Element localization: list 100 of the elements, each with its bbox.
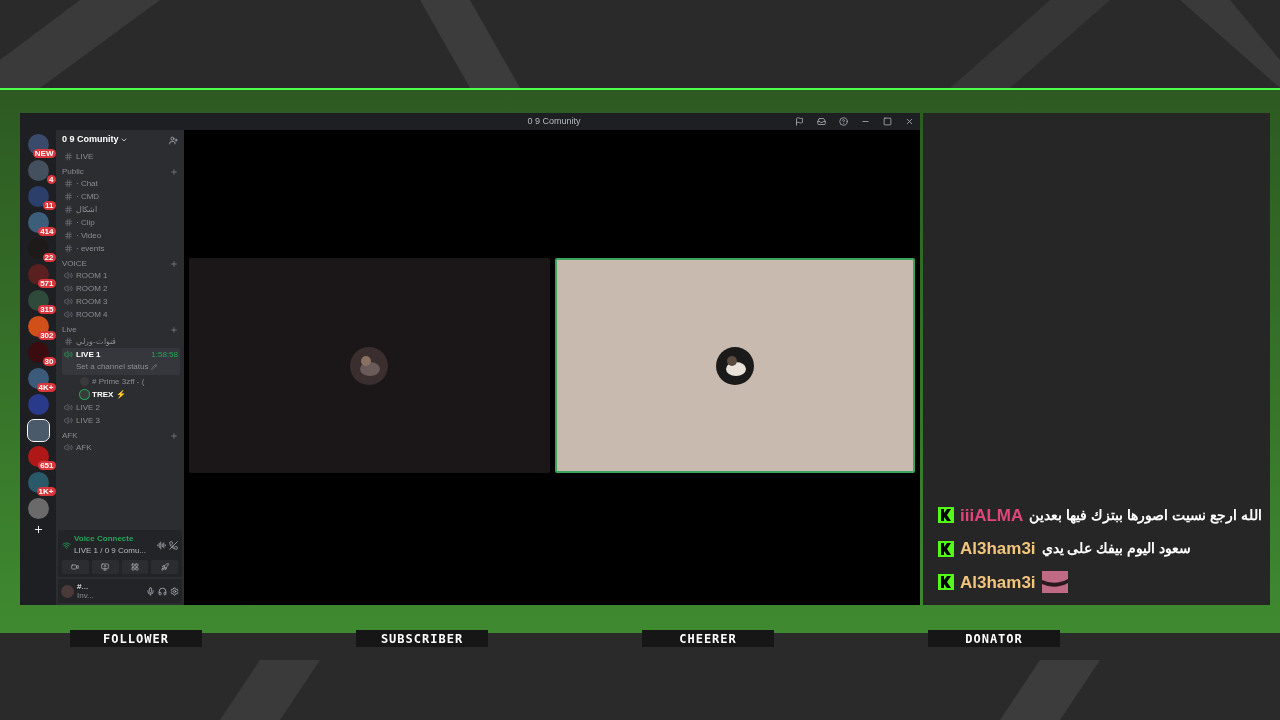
chevron-icon[interactable]	[119, 136, 128, 144]
camera-icon	[71, 563, 80, 571]
channel-name: ROOM 1	[76, 269, 108, 282]
voice-status: Voice Connecte	[74, 533, 135, 545]
video-tile[interactable]	[554, 258, 915, 473]
server-name[interactable]: 0 9 Comunity	[62, 133, 119, 147]
hash-icon	[64, 231, 73, 240]
speaker-icon	[64, 403, 73, 412]
headphones-icon[interactable]	[158, 586, 167, 596]
close-icon	[904, 117, 914, 126]
rocket-icon	[160, 563, 169, 571]
channel-name: · Clip	[76, 216, 95, 229]
speaker-icon	[64, 271, 73, 280]
channel-name: قنوات-ورلي	[76, 335, 116, 348]
channel-name: LIVE 3	[76, 414, 100, 427]
channel-item[interactable]: اشكال	[62, 203, 180, 216]
chat-username: iiiALMA	[960, 504, 1024, 527]
voice-user[interactable]: # Prime 3zff - (	[92, 375, 145, 388]
user-name: #...	[77, 582, 90, 591]
stat-label: CHEERER	[642, 630, 774, 647]
channel-name: · Chat	[76, 177, 98, 190]
notification-badge: 414	[38, 227, 56, 236]
channel-name: ROOM 3	[76, 295, 108, 308]
disconnect-icon[interactable]	[169, 540, 178, 550]
channel-name: · Video	[76, 229, 102, 242]
flag-icon	[794, 117, 804, 126]
notification-badge: 30	[42, 357, 56, 366]
channel-name: LIVE 1	[76, 348, 101, 361]
notification-badge: 315	[38, 305, 56, 314]
signal-icon	[62, 540, 71, 550]
channel-name: LIVE	[76, 150, 94, 163]
chat-username: Al3ham3i	[960, 571, 1036, 594]
add-icon[interactable]	[170, 259, 178, 268]
channel-item[interactable]: ROOM 4	[62, 308, 180, 321]
add-icon[interactable]	[170, 431, 178, 440]
hash-icon	[64, 337, 73, 346]
hash-icon	[64, 179, 73, 188]
user-avatar	[61, 584, 74, 598]
speaker-icon	[64, 284, 73, 293]
microphone-icon[interactable]	[146, 586, 155, 596]
hash-icon	[64, 205, 73, 214]
channel-item[interactable]: LIVE 1 1:58:58 Set a channel status	[62, 348, 180, 375]
channel-name: اشكال	[76, 203, 97, 216]
voice-location[interactable]: LIVE 1 / 0 9 Comu...	[74, 545, 147, 557]
channel-name: · events	[76, 242, 105, 255]
channel-item[interactable]: LIVE	[62, 150, 180, 163]
channel-item[interactable]: ROOM 2	[62, 282, 180, 295]
channel-item[interactable]: قنوات-ورلي	[62, 335, 180, 348]
channel-name: LIVE 2	[76, 401, 100, 414]
notification-badge: 11	[43, 201, 56, 210]
maximize-icon	[882, 117, 892, 126]
user-status: Inv...	[77, 591, 94, 600]
speaker-icon	[64, 297, 73, 306]
stat-label: SUBSCRIBER	[356, 630, 488, 647]
notification-badge: 651	[38, 461, 56, 470]
grid-icon	[130, 563, 139, 571]
hash-icon	[64, 218, 73, 227]
add-icon[interactable]	[170, 167, 178, 176]
channel-item[interactable]: · CMD	[62, 190, 180, 203]
platform-icon	[938, 507, 954, 524]
speaker-icon	[64, 416, 73, 425]
hash-icon	[64, 192, 73, 201]
category-header[interactable]: Live	[62, 324, 77, 335]
voice-action-button[interactable]	[151, 560, 178, 574]
add-server-icon[interactable]	[32, 524, 44, 535]
channel-item[interactable]: AFK	[62, 441, 180, 454]
channel-name: AFK	[76, 441, 92, 454]
platform-icon	[938, 574, 954, 591]
voice-user[interactable]: TREX ⚡	[92, 388, 126, 401]
video-tile[interactable]	[189, 258, 550, 473]
window-title: 0 9 Comunity	[527, 114, 581, 128]
category-header[interactable]: Public	[62, 166, 84, 177]
voice-action-button[interactable]	[62, 560, 89, 574]
category-header[interactable]: VOICE	[62, 258, 87, 269]
invite-icon[interactable]	[169, 135, 178, 145]
sound-icon[interactable]	[157, 540, 166, 550]
channel-name: · CMD	[76, 190, 100, 203]
category-header[interactable]: AFK	[62, 430, 78, 441]
notification-badge: 4	[47, 175, 56, 184]
help-icon	[838, 117, 848, 126]
screen-share-icon	[101, 563, 110, 571]
speaker-icon	[64, 350, 73, 359]
add-icon[interactable]	[170, 325, 178, 334]
channel-item[interactable]: LIVE 2	[62, 401, 180, 414]
channel-item[interactable]: ROOM 1	[62, 269, 180, 282]
channel-name: ROOM 2	[76, 282, 108, 295]
channel-item[interactable]: ROOM 3	[62, 295, 180, 308]
inbox-icon	[816, 117, 826, 126]
speaker-icon	[64, 443, 73, 452]
channel-item[interactable]: LIVE 3	[62, 414, 180, 427]
channel-item[interactable]: · events	[62, 242, 180, 255]
channel-item[interactable]: · Video	[62, 229, 180, 242]
settings-icon[interactable]	[170, 586, 179, 596]
platform-icon	[938, 540, 954, 557]
voice-action-button[interactable]	[121, 560, 149, 574]
channel-status[interactable]: Set a channel status	[76, 361, 149, 373]
channel-item[interactable]: · Chat	[62, 177, 180, 190]
channel-item[interactable]: · Clip	[62, 216, 180, 229]
voice-action-button[interactable]	[91, 560, 119, 574]
server-icon[interactable]	[27, 420, 49, 441]
